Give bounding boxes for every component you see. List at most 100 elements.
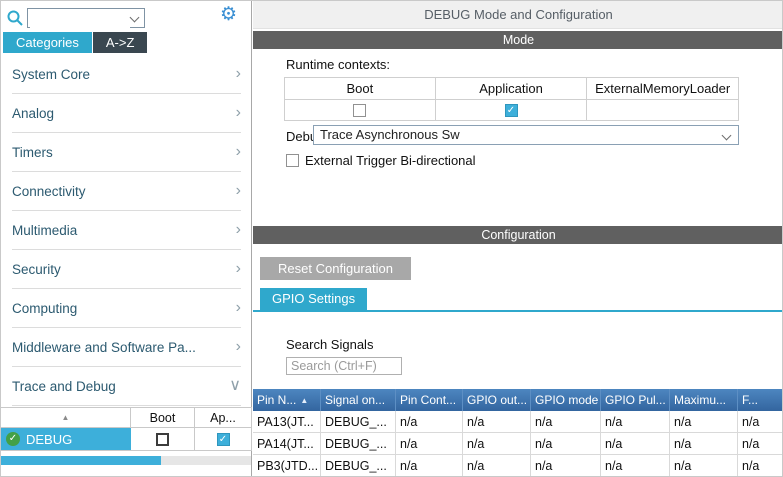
context-application-checkbox[interactable]: ✓ xyxy=(504,103,518,117)
sort-column-header[interactable]: ▲ xyxy=(1,408,131,427)
tab-underline xyxy=(253,310,782,312)
tab-a-to-z[interactable]: A->Z xyxy=(92,32,148,53)
category-label: System Core xyxy=(12,66,91,82)
category-label: Trace and Debug xyxy=(12,378,116,394)
page-title: DEBUG Mode and Configuration xyxy=(253,1,782,29)
gpio-table: Pin N... ▲ Signal on... Pin Cont... GPIO… xyxy=(253,389,782,476)
chevron-right-icon: › xyxy=(235,260,241,277)
chevron-right-icon: › xyxy=(235,221,241,238)
app-window: ⚙ Categories A->Z System Core › Analog ›… xyxy=(0,0,783,477)
category-label: Security xyxy=(12,261,61,277)
table-row[interactable]: PB3(JTD... DEBUG_... n/a n/a n/a n/a n/a… xyxy=(253,455,782,476)
signal-search-input[interactable] xyxy=(286,357,402,375)
header-signal-on-pin[interactable]: Signal on... xyxy=(321,389,396,411)
application-cell: ✓ xyxy=(195,428,252,450)
external-trigger-checkbox[interactable] xyxy=(286,154,299,167)
sidebar-item-connectivity[interactable]: Connectivity › xyxy=(12,172,241,211)
table-row[interactable]: PA13(JT... DEBUG_... n/a n/a n/a n/a n/a… xyxy=(253,411,782,433)
cell-gpio-pull: n/a xyxy=(601,433,670,455)
table-row[interactable]: PA14(JT... DEBUG_... n/a n/a n/a n/a n/a… xyxy=(253,433,782,455)
scrollbar-thumb[interactable] xyxy=(1,456,161,465)
cell-gpio-mode: n/a xyxy=(531,411,601,433)
search-icon xyxy=(6,9,24,27)
category-label: Timers xyxy=(12,144,53,160)
cell-pin-name: PB3(JTD... xyxy=(253,455,321,476)
header-fast-mode[interactable]: F... xyxy=(738,389,782,411)
contexts-table: Boot Application ExternalMemoryLoader ✓ xyxy=(284,77,739,121)
context-header-application: Application xyxy=(436,78,588,99)
gear-icon[interactable]: ⚙ xyxy=(220,3,237,26)
external-trigger-label: External Trigger Bi-directional xyxy=(305,153,476,168)
external-trigger-row: External Trigger Bi-directional xyxy=(286,153,476,168)
context-externalmemoryloader-cell xyxy=(587,100,738,120)
chevron-down-icon: ∨ xyxy=(229,377,241,394)
cell-maximum: n/a xyxy=(670,433,738,455)
cell-gpio-pull: n/a xyxy=(601,411,670,433)
header-pin-context[interactable]: Pin Cont... xyxy=(396,389,463,411)
cell-pin-context: n/a xyxy=(396,455,463,476)
sidebar-item-computing[interactable]: Computing › xyxy=(12,289,241,328)
sidebar-item-system-core[interactable]: System Core › xyxy=(12,55,241,94)
main-panel: DEBUG Mode and Configuration Mode Runtim… xyxy=(253,1,782,476)
peripheral-search-combo[interactable] xyxy=(27,8,145,28)
cell-gpio-mode: n/a xyxy=(531,433,601,455)
header-gpio-pull[interactable]: GPIO Pul... xyxy=(601,389,670,411)
sidebar-item-multimedia[interactable]: Multimedia › xyxy=(12,211,241,250)
cell-pin-name: PA13(JT... xyxy=(253,411,321,433)
context-header-boot: Boot xyxy=(285,78,436,99)
peripheral-debug-row[interactable]: ✓ DEBUG xyxy=(1,428,131,450)
cell-fast-mode: n/a xyxy=(738,411,782,433)
tab-categories[interactable]: Categories xyxy=(3,32,92,53)
cell-maximum: n/a xyxy=(670,411,738,433)
header-maximum[interactable]: Maximu... xyxy=(670,389,738,411)
cell-pin-context: n/a xyxy=(396,411,463,433)
mode-section-header: Mode xyxy=(253,31,782,49)
sidebar-item-analog[interactable]: Analog › xyxy=(12,94,241,133)
gpio-table-header: Pin N... ▲ Signal on... Pin Cont... GPIO… xyxy=(253,389,782,411)
cell-gpio-mode: n/a xyxy=(531,455,601,476)
cell-fast-mode: n/a xyxy=(738,455,782,476)
application-checkbox[interactable]: ✓ xyxy=(216,432,230,446)
sidebar-item-timers[interactable]: Timers › xyxy=(12,133,241,172)
peripheral-name: DEBUG xyxy=(26,431,73,447)
cell-signal: DEBUG_... xyxy=(321,455,396,476)
cell-gpio-output: n/a xyxy=(463,411,531,433)
sidebar-item-trace-and-debug[interactable]: Trace and Debug ∨ xyxy=(12,367,241,406)
cell-signal: DEBUG_... xyxy=(321,411,396,433)
peripheral-search-input[interactable] xyxy=(30,10,130,28)
sidebar-item-security[interactable]: Security › xyxy=(12,250,241,289)
chevron-right-icon: › xyxy=(235,182,241,199)
header-pin-name[interactable]: Pin N... ▲ xyxy=(253,389,321,411)
header-gpio-mode[interactable]: GPIO mode xyxy=(531,389,601,411)
boot-checkbox[interactable] xyxy=(156,432,169,446)
context-boot-checkbox[interactable] xyxy=(353,103,367,117)
chevron-right-icon: › xyxy=(235,299,241,316)
header-label: Pin N... xyxy=(257,393,297,407)
horizontal-scrollbar[interactable] xyxy=(1,456,251,465)
chevron-right-icon: › xyxy=(235,104,241,121)
peripheral-table-header: ▲ Boot Ap... xyxy=(1,407,252,428)
peripheral-table: ▲ Boot Ap... ✓ DEBUG ✓ xyxy=(1,407,252,451)
category-label: Middleware and Software Pa... xyxy=(12,339,196,355)
chevron-right-icon: › xyxy=(235,338,241,355)
boot-column-header[interactable]: Boot xyxy=(131,408,195,427)
left-tabs: Categories A->Z xyxy=(3,32,148,53)
category-list: System Core › Analog › Timers › Connecti… xyxy=(1,55,252,406)
cell-maximum: n/a xyxy=(670,455,738,476)
debug-mode-select[interactable]: Trace Asynchronous Sw xyxy=(313,125,739,145)
configuration-section-header: Configuration xyxy=(253,226,782,244)
chevron-right-icon: › xyxy=(235,65,241,82)
chevron-down-icon xyxy=(721,130,732,141)
cell-fast-mode: n/a xyxy=(738,433,782,455)
category-label: Computing xyxy=(12,300,78,316)
header-gpio-output[interactable]: GPIO out... xyxy=(463,389,531,411)
boot-cell xyxy=(131,428,195,450)
cell-gpio-output: n/a xyxy=(463,433,531,455)
reset-configuration-button[interactable]: Reset Configuration xyxy=(260,257,411,280)
contexts-value-row: ✓ xyxy=(285,99,738,120)
application-column-header[interactable]: Ap... xyxy=(195,408,252,427)
context-header-externalmemoryloader: ExternalMemoryLoader xyxy=(595,81,731,96)
tab-gpio-settings[interactable]: GPIO Settings xyxy=(260,288,368,310)
sidebar-item-middleware[interactable]: Middleware and Software Pa... › xyxy=(12,328,241,367)
cell-gpio-pull: n/a xyxy=(601,455,670,476)
